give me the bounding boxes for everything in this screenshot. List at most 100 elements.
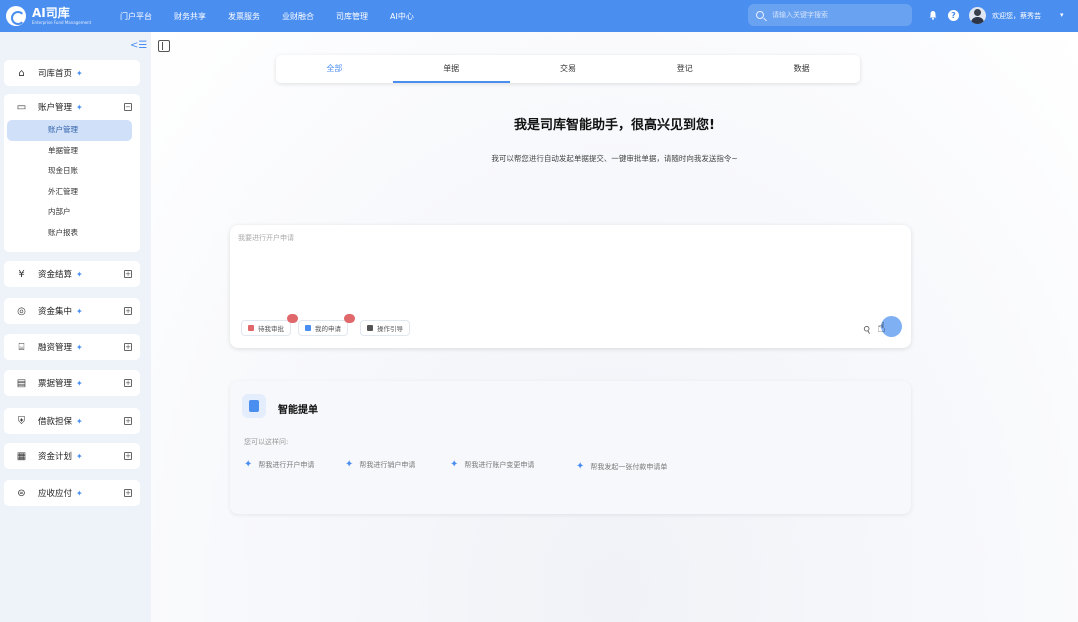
chat-input-box: 待我审批 我的申请 操作引导 ⚲ ☝ <box>230 225 911 348</box>
sparkle-icon: ✦ <box>345 459 354 470</box>
pending-icon <box>248 325 254 331</box>
top-bar: AI司库 Enterprise Fund Management 门户平台 财务共… <box>0 0 1078 32</box>
sidebar-item-label: 借款担保 <box>38 417 73 427</box>
chat-input[interactable] <box>238 233 898 303</box>
top-nav: 门户平台 财务共享 发票服务 业财融合 司库管理 AI中心 <box>120 11 436 22</box>
panel-toggle-icon[interactable] <box>158 40 170 52</box>
sidebar-item-guarantee[interactable]: ⛨ 借款担保 ✦ + <box>4 408 140 434</box>
collapse-icon[interactable]: − <box>124 103 132 111</box>
chip-guide[interactable]: 操作引导 <box>360 320 410 336</box>
submenu-item-account-management[interactable]: 账户管理 <box>7 120 132 141</box>
sidebar-item-label: 资金计划 <box>38 452 73 462</box>
tab-registration[interactable]: 登记 <box>626 55 743 83</box>
ticket-icon: ▤ <box>16 377 27 389</box>
submenu-item-cash-journal[interactable]: 现金日账 <box>7 161 132 182</box>
expand-icon[interactable]: + <box>124 379 132 387</box>
shield-icon: ⛨ <box>17 415 26 427</box>
chip-label: 待我审批 <box>258 325 284 333</box>
suggestion-label: 帮我进行销户申请 <box>359 460 416 469</box>
sidebar-item-receivable[interactable]: ⊜ 应收应付 ✦ + <box>4 480 140 506</box>
document-icon <box>242 394 266 418</box>
expand-icon[interactable]: + <box>124 489 132 497</box>
submenu-item-account-report[interactable]: 账户报表 <box>7 223 132 244</box>
expand-icon[interactable]: + <box>124 452 132 460</box>
search-box[interactable] <box>748 4 912 26</box>
notification-badge <box>287 314 298 323</box>
welcome-text[interactable]: 欢迎您，蔡秀芸 <box>992 11 1041 21</box>
sidebar-item-settlement[interactable]: ¥ 资金结算 ✦ + <box>4 261 140 287</box>
chip-my-requests[interactable]: 我的申请 <box>298 314 355 336</box>
nav-item-business-finance[interactable]: 业财融合 <box>282 11 314 22</box>
sparkle-icon: ✦ <box>76 378 83 388</box>
logo[interactable]: AI司库 Enterprise Fund Management <box>6 6 110 26</box>
suggestion-payment-request[interactable]: ✦ 帮我发起一张付款申请单 <box>576 461 667 472</box>
bell-icon[interactable] <box>928 10 938 20</box>
suggestion-open-account[interactable]: ✦ 帮我进行开户申请 <box>244 459 314 470</box>
guide-icon <box>367 325 373 331</box>
tab-documents[interactable]: 单据 <box>392 55 510 83</box>
suggestion-label: 帮我进行开户申请 <box>258 460 315 469</box>
hand-cursor-icon: ☝ <box>877 320 886 336</box>
sparkle-icon: ✦ <box>76 68 83 78</box>
suggestion-change-account[interactable]: ✦ 帮我进行账户变更申请 <box>450 459 534 470</box>
nav-item-portal[interactable]: 门户平台 <box>120 11 152 22</box>
card-icon: ▭ <box>16 101 27 113</box>
help-icon[interactable]: ? <box>948 10 959 21</box>
sidebar-item-concentration[interactable]: ◎ 资金集中 ✦ + <box>4 298 140 324</box>
collapse-sidebar-icon[interactable]: <☰ <box>130 40 147 51</box>
sidebar-item-label: 司库首页 <box>38 69 73 79</box>
sparkle-icon: ✦ <box>76 306 83 316</box>
sidebar-item-home[interactable]: ⌂ 司库首页 ✦ <box>4 60 140 86</box>
sidebar-item-label: 资金结算 <box>38 270 73 280</box>
submenu-item-document-management[interactable]: 单据管理 <box>7 141 132 162</box>
tab-bar: 全部 单据 交易 登记 数据 <box>276 55 860 83</box>
request-icon <box>305 325 311 331</box>
sidebar-item-bills[interactable]: ▤ 票据管理 ✦ + <box>4 370 140 396</box>
expand-icon[interactable]: + <box>124 270 132 278</box>
chip-label: 我的申请 <box>315 325 341 333</box>
chip-label: 操作引导 <box>377 325 403 333</box>
smart-order-panel: 智能提单 您可以这样问: ✦ 帮我进行开户申请 ✦ 帮我进行销户申请 ✦ 帮我进行账户… <box>230 381 911 514</box>
nav-item-treasury[interactable]: 司库管理 <box>336 11 368 22</box>
avatar[interactable] <box>969 7 986 24</box>
sparkle-icon: ✦ <box>76 102 83 112</box>
submenu-item-forex[interactable]: 外汇管理 <box>7 182 132 203</box>
expand-icon[interactable]: + <box>124 307 132 315</box>
sidebar-item-label: 票据管理 <box>38 379 73 389</box>
logo-icon <box>6 6 26 26</box>
settlement-icon: ¥ <box>18 268 25 280</box>
sparkle-icon: ✦ <box>76 488 83 498</box>
exchange-icon: ⊜ <box>17 487 26 499</box>
tab-data[interactable]: 数据 <box>743 55 860 83</box>
suggestion-label: 帮我发起一张付款申请单 <box>590 462 668 471</box>
suggestion-close-account[interactable]: ✦ 帮我进行销户申请 <box>345 459 415 470</box>
sidebar-item-label: 资金集中 <box>38 307 73 317</box>
smart-order-title: 智能提单 <box>278 405 318 416</box>
sparkle-icon: ✦ <box>76 342 83 352</box>
home-icon: ⌂ <box>18 67 25 79</box>
app-title: AI司库 <box>32 6 70 20</box>
assistant-subline: 我可以帮您进行自动发起单据提交、一键审批单据，请随时向我发送指令~ <box>491 154 738 163</box>
expand-icon[interactable]: + <box>124 343 132 351</box>
search-input[interactable] <box>772 11 902 19</box>
attachment-icon[interactable]: ⚲ <box>862 324 874 337</box>
coins-icon: ◎ <box>17 305 26 317</box>
nav-item-ai-center[interactable]: AI中心 <box>390 11 414 22</box>
nav-item-invoice[interactable]: 发票服务 <box>228 11 260 22</box>
sidebar-item-plan[interactable]: ▦ 资金计划 ✦ + <box>4 443 140 469</box>
smart-order-hint: 您可以这样问: <box>244 438 289 446</box>
chip-pending-approval[interactable]: 待我审批 <box>241 314 298 336</box>
expand-icon[interactable]: + <box>124 417 132 425</box>
sidebar: <☰ ⌂ 司库首页 ✦ ▭ 账户管理 ✦ − 账户管理 单据管理 现金日账 外汇… <box>0 32 151 622</box>
sidebar-item-financing[interactable]: ⌸ 融资管理 ✦ + <box>4 334 140 360</box>
sparkle-icon: ✦ <box>450 459 459 470</box>
nav-item-finance-share[interactable]: 财务共享 <box>174 11 206 22</box>
sidebar-item-account[interactable]: ▭ 账户管理 ✦ − <box>4 94 140 120</box>
chevron-down-icon[interactable]: ▾ <box>1060 11 1064 19</box>
app-subtitle: Enterprise Fund Management <box>32 20 92 25</box>
tab-all[interactable]: 全部 <box>276 55 393 83</box>
tab-transactions[interactable]: 交易 <box>510 55 627 83</box>
assistant-headline: 我是司库智能助手，很高兴见到您! <box>514 118 715 133</box>
submenu-item-internal-account[interactable]: 内部户 <box>7 202 132 223</box>
notification-badge <box>344 314 355 323</box>
